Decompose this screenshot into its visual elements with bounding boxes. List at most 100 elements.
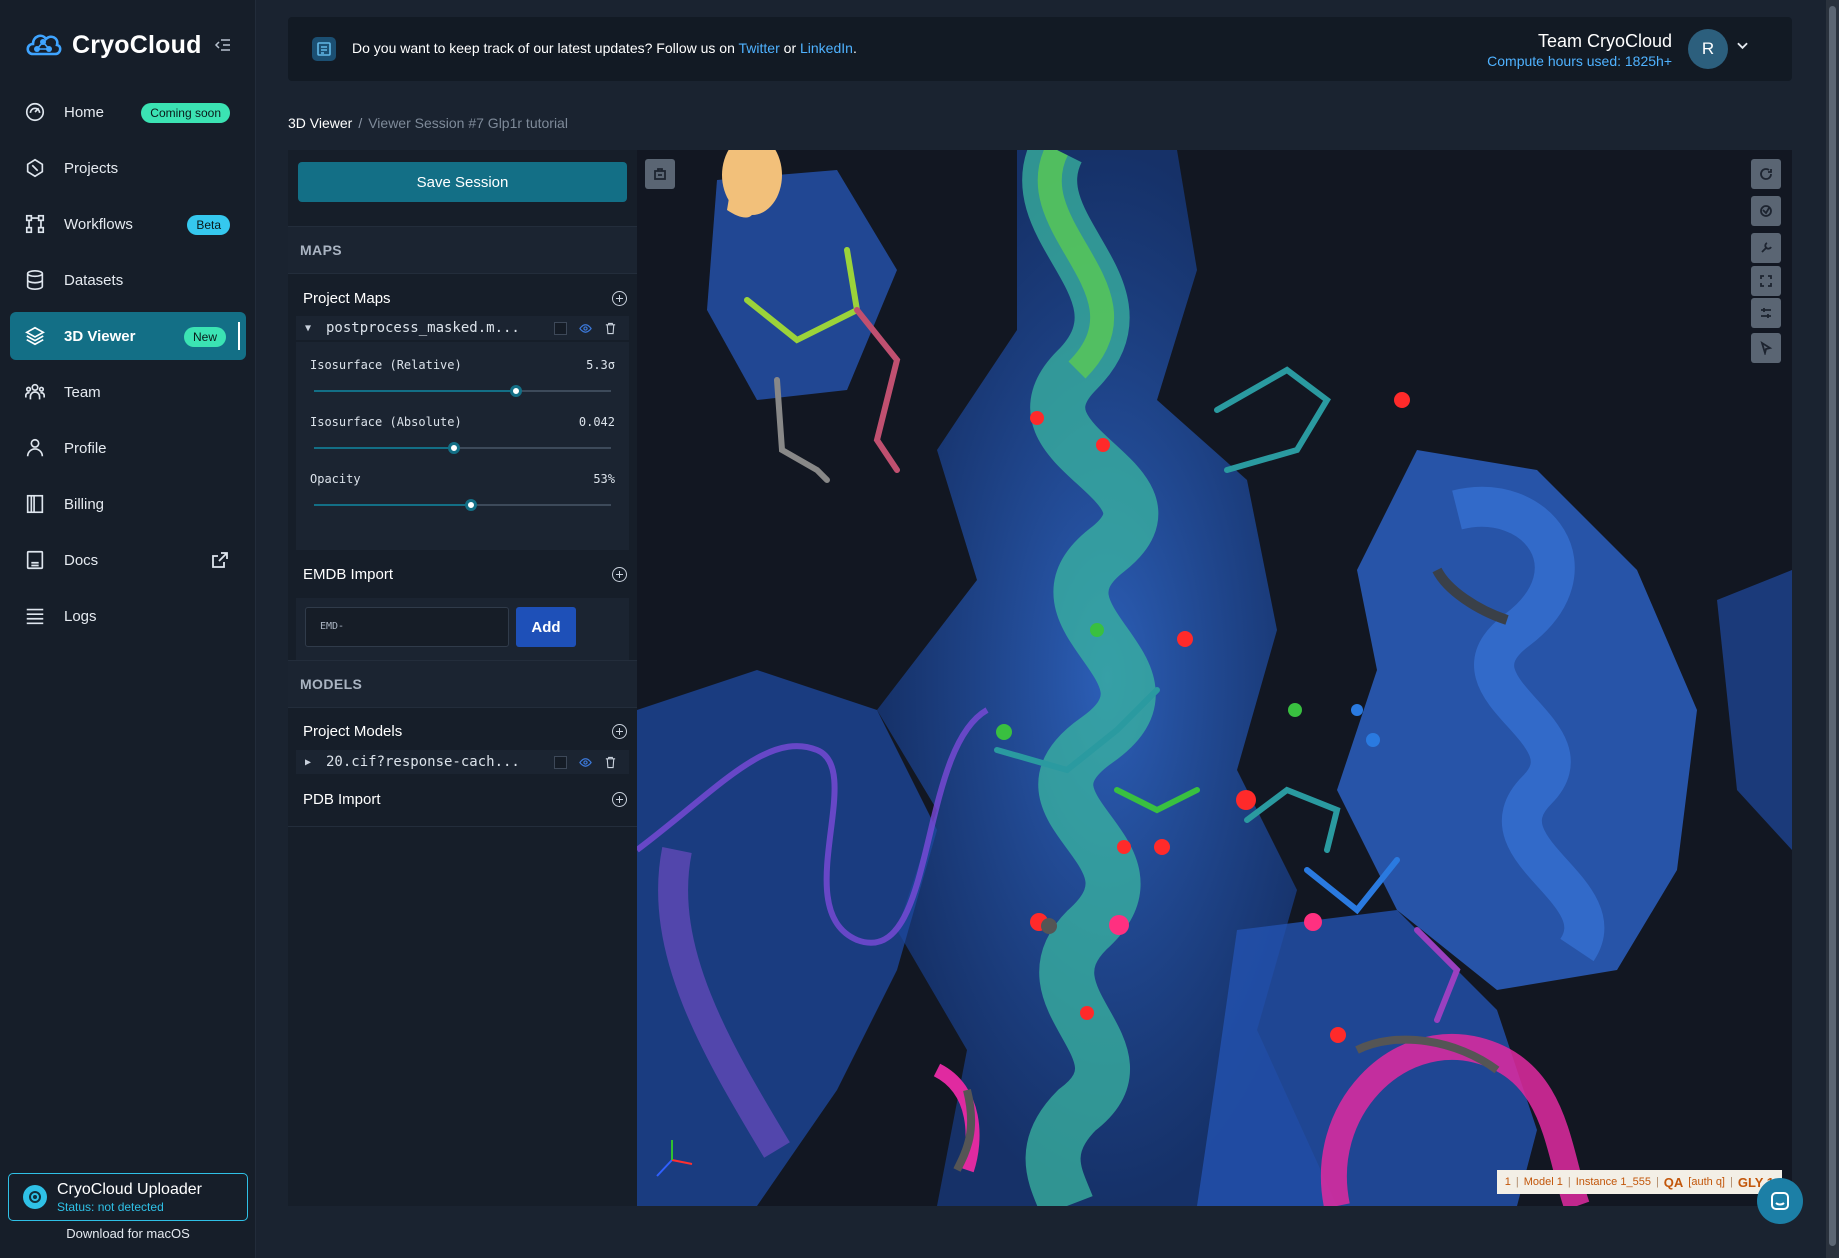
cryocloud-logo-icon <box>26 34 62 56</box>
nav-item-3d-viewer[interactable]: 3D Viewer New <box>10 312 246 360</box>
uploader-status-card[interactable]: CryoCloud Uploader Status: not detected <box>8 1173 248 1221</box>
coming-soon-badge: Coming soon <box>141 103 230 123</box>
nav-item-logs[interactable]: Logs <box>10 592 246 640</box>
status-separator: | <box>1567 1176 1571 1188</box>
pdb-import-row: PDB Import <box>303 787 627 811</box>
add-emdb-button[interactable]: Add <box>516 607 576 647</box>
model-file-row[interactable]: ▶ 20.cif?response-cach... <box>296 750 629 774</box>
pdb-import-title: PDB Import <box>303 790 381 808</box>
model-select-checkbox[interactable] <box>554 755 567 769</box>
breadcrumb-separator: / <box>358 115 363 131</box>
nav-item-profile[interactable]: Profile <box>10 424 246 472</box>
nav-label: Billing <box>64 495 105 513</box>
nav-label: Projects <box>64 159 119 177</box>
nav-label: 3D Viewer <box>64 327 136 345</box>
status-model: Model 1 <box>1523 1176 1563 1188</box>
molecular-3d-viewport[interactable]: 1 | Model 1 | Instance 1_555 | QA [auth q] |… <box>637 150 1792 1206</box>
billing-icon <box>24 493 46 515</box>
uploader-title: CryoCloud Uploader <box>57 1180 202 1198</box>
logs-icon <box>24 605 46 627</box>
status-separator: | <box>1515 1176 1519 1188</box>
slider-thumb[interactable] <box>447 442 460 454</box>
database-icon <box>24 269 46 291</box>
camera-settings-button[interactable] <box>1751 196 1781 226</box>
nav-item-team[interactable]: Team <box>10 368 246 416</box>
settings-sliders-icon[interactable] <box>1751 298 1781 328</box>
nav-label: Docs <box>64 551 99 569</box>
wrench-icon[interactable] <box>1751 233 1781 263</box>
map-sliders: Isosurface (Relative) 5.3σ Isosurface (Ab… <box>296 342 629 550</box>
dashboard-icon <box>24 101 46 123</box>
nav-item-home[interactable]: Home Coming soon <box>10 88 246 136</box>
nav-item-billing[interactable]: Billing <box>10 480 246 528</box>
chevron-down-icon[interactable] <box>1737 41 1748 53</box>
isosurface-relative-slider[interactable] <box>314 385 611 397</box>
slider-label: Isosurface (Relative) <box>310 358 462 372</box>
project-maps-row: Project Maps <box>303 286 627 310</box>
nav-item-workflows[interactable]: Workflows Beta <box>10 200 246 248</box>
nav-label: Workflows <box>64 215 133 233</box>
download-macos-link[interactable]: Download for macOS <box>0 1226 256 1241</box>
reset-view-button[interactable] <box>1751 159 1781 189</box>
status-auth: [auth q] <box>1688 1176 1725 1188</box>
isosurface-absolute-control: Isosurface (Absolute) 0.042 <box>310 415 615 454</box>
avatar[interactable]: R <box>1688 29 1728 69</box>
density-map-render[interactable] <box>637 150 1792 1206</box>
uploader-icon <box>23 1185 47 1209</box>
linkedin-link[interactable]: LinkedIn <box>800 40 853 56</box>
nav-item-datasets[interactable]: Datasets <box>10 256 246 304</box>
breadcrumb-current: Viewer Session #7 Glp1r tutorial <box>368 115 568 131</box>
eye-icon[interactable] <box>579 756 592 769</box>
app-name: CryoCloud <box>72 30 202 59</box>
panel-divider <box>288 826 637 827</box>
page-scrollbar[interactable] <box>1826 0 1839 1258</box>
project-maps-title: Project Maps <box>303 289 391 307</box>
layers-icon <box>24 325 46 347</box>
status-chain: QA <box>1663 1174 1684 1190</box>
status-separator: | <box>1730 1176 1733 1188</box>
expand-down-icon[interactable]: ▼ <box>296 323 320 334</box>
selection-mode-icon[interactable] <box>1751 333 1781 363</box>
nav-item-projects[interactable]: Projects <box>10 144 246 192</box>
trash-icon[interactable] <box>604 322 617 335</box>
project-models-row: Project Models <box>303 719 627 743</box>
chat-support-button[interactable] <box>1757 1178 1803 1224</box>
logo[interactable]: CryoCloud <box>24 28 202 62</box>
models-section-header: MODELS <box>288 660 637 708</box>
viewer-control-panel: Save Session MAPS Project Maps ▼ postpro… <box>288 150 637 1206</box>
expand-right-icon[interactable]: ▶ <box>296 757 320 768</box>
add-pdb-icon[interactable] <box>612 791 627 807</box>
status-instance: Instance 1_555 <box>1575 1176 1651 1188</box>
team-icon <box>24 381 46 403</box>
slider-thumb[interactable] <box>509 385 522 397</box>
twitter-link[interactable]: Twitter <box>739 40 780 56</box>
trash-icon[interactable] <box>604 756 617 769</box>
collapse-sidebar-icon[interactable] <box>214 36 232 54</box>
breadcrumb-root[interactable]: 3D Viewer <box>288 115 352 131</box>
emdb-id-input[interactable]: EMD- <box>305 607 509 647</box>
isosurface-relative-control: Isosurface (Relative) 5.3σ <box>310 358 615 397</box>
newsletter-icon <box>312 37 336 61</box>
opacity-slider[interactable] <box>314 499 611 511</box>
top-banner: Do you want to keep track of our latest … <box>288 17 1792 81</box>
banner-message: Do you want to keep track of our latest … <box>352 40 857 56</box>
fullscreen-icon[interactable] <box>1751 266 1781 296</box>
screenshot-button[interactable] <box>645 159 675 189</box>
workflows-icon <box>24 213 46 235</box>
nav-item-docs[interactable]: Docs <box>10 536 246 584</box>
new-badge: New <box>183 327 226 347</box>
map-file-row[interactable]: ▼ postprocess_masked.m... <box>296 316 629 340</box>
add-emdb-icon[interactable] <box>612 566 627 582</box>
user-icon <box>24 437 46 459</box>
uploader-status: Status: not detected <box>57 1199 164 1214</box>
slider-thumb[interactable] <box>465 499 478 511</box>
eye-icon[interactable] <box>579 322 592 335</box>
projects-icon <box>24 157 46 179</box>
slider-label: Isosurface (Absolute) <box>310 415 462 429</box>
banner-text: Do you want to keep track of our latest … <box>352 40 739 56</box>
save-session-button[interactable]: Save Session <box>298 162 627 202</box>
add-model-icon[interactable] <box>612 723 627 739</box>
map-select-checkbox[interactable] <box>554 321 567 335</box>
isosurface-absolute-slider[interactable] <box>314 442 611 454</box>
add-map-icon[interactable] <box>612 290 627 306</box>
